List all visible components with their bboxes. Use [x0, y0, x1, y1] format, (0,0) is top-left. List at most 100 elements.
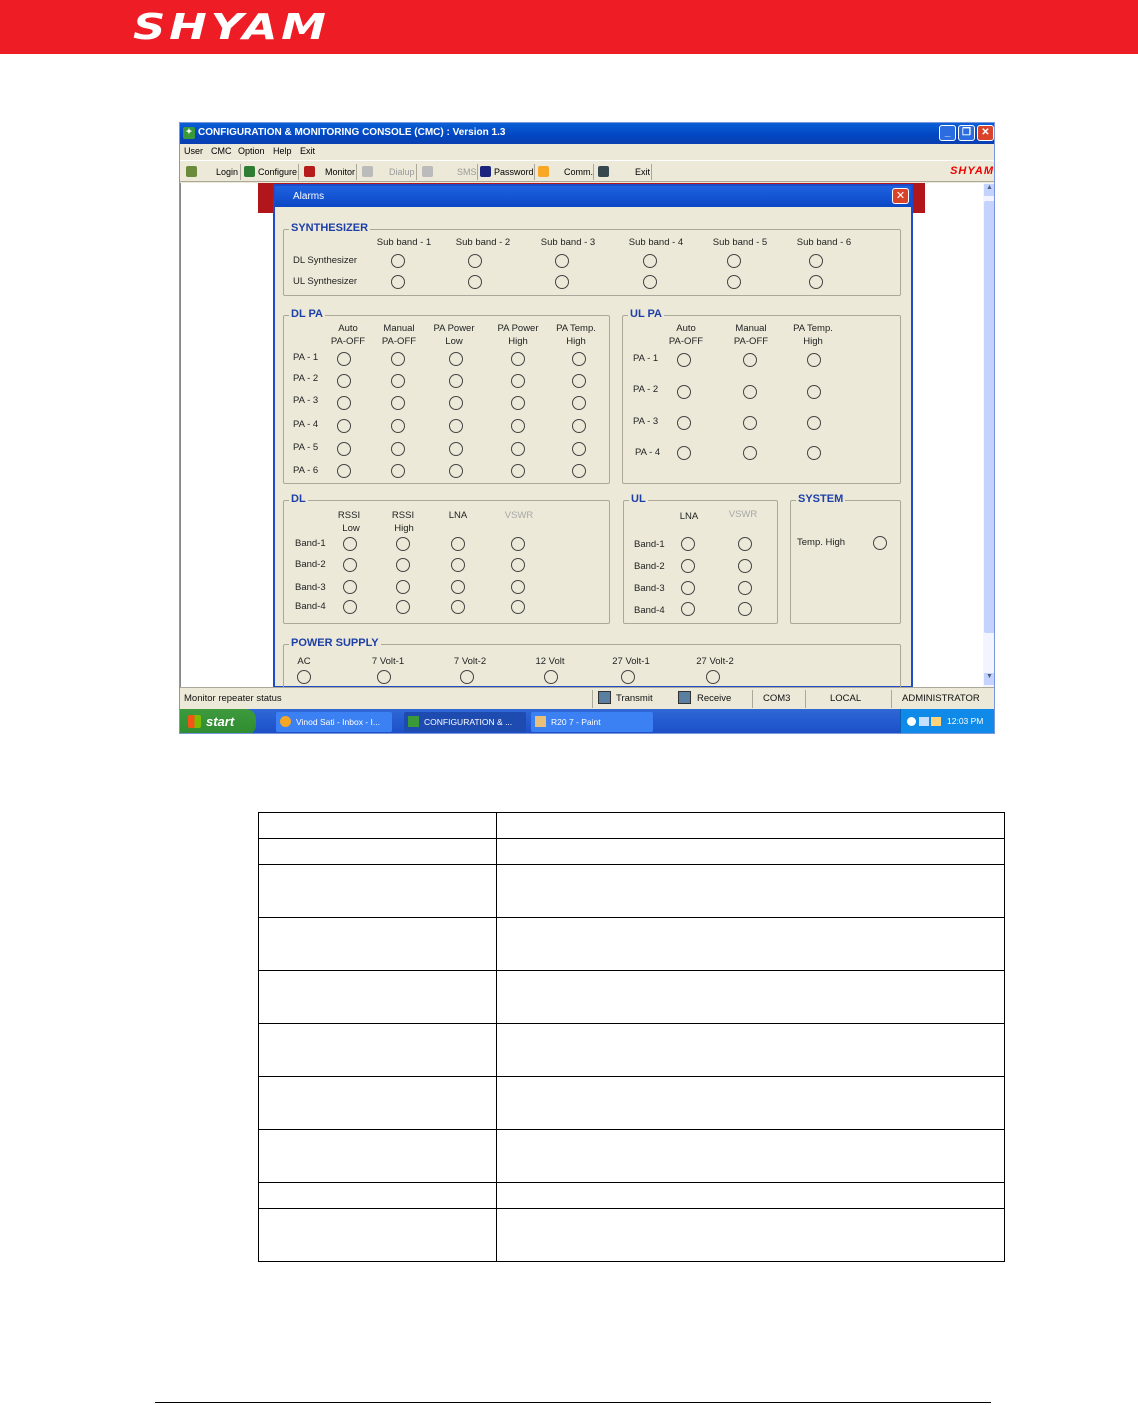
alarm-indicator	[681, 559, 695, 573]
dl-row-3: Band-3	[295, 582, 326, 593]
synth-row-dl: DL Synthesizer	[293, 255, 358, 266]
alarm-indicator	[809, 254, 823, 268]
dlpa-row-3: PA - 3	[293, 395, 319, 406]
scrollbar-thumb[interactable]	[984, 201, 994, 633]
dlpa-col-5b: High	[566, 336, 586, 347]
alarm-indicator	[391, 254, 405, 268]
toolbar-dialup-button[interactable]: Dialup	[389, 164, 415, 180]
alarm-indicator	[743, 385, 757, 399]
close-button[interactable]: ✕	[977, 125, 994, 141]
alarm-indicator	[621, 670, 635, 684]
table-cell	[496, 812, 1005, 839]
table-row	[258, 864, 1005, 918]
status-message: Monitor repeater status	[184, 693, 282, 704]
alarm-indicator	[681, 581, 695, 595]
dlpa-row-2: PA - 2	[293, 373, 319, 384]
taskbar-item-label: CONFIGURATION & ...	[424, 717, 513, 727]
alarm-indicator	[449, 419, 463, 433]
table-cell	[496, 838, 1005, 865]
taskbar-item-paint[interactable]: R20 7 - Paint	[531, 712, 653, 732]
alarm-indicator	[643, 254, 657, 268]
alarm-indicator	[449, 396, 463, 410]
toolbar: Login Configure Monitor Dialup SMS Passw…	[180, 160, 994, 182]
alarm-indicator	[743, 416, 757, 430]
alarm-indicator	[460, 670, 474, 684]
scroll-up-icon[interactable]: ▲	[984, 184, 994, 196]
status-port: COM3	[763, 693, 791, 704]
dl-col-1b: Low	[342, 523, 360, 534]
table-row	[258, 1208, 1005, 1262]
network-icon[interactable]	[919, 717, 929, 726]
start-button[interactable]: start	[180, 709, 256, 733]
restore-button[interactable]: ❐	[958, 125, 975, 141]
alarms-close-button[interactable]: ✕	[892, 188, 909, 204]
taskbar-item-inbox[interactable]: Vinod Sati - Inbox - I...	[276, 712, 392, 732]
alarm-indicator	[511, 442, 525, 456]
ul-row-1: Band-1	[634, 539, 665, 550]
ps-col-5: 27 Volt-1	[612, 656, 650, 667]
alarm-indicator	[743, 446, 757, 460]
alarm-indicator	[572, 352, 586, 366]
dl-row-4: Band-4	[295, 601, 326, 612]
ulpa-col-1a: Auto	[676, 323, 696, 334]
system-tray: 12:03 PM	[900, 709, 994, 733]
synth-col-5: Sub band - 5	[712, 237, 768, 248]
menu-option[interactable]: Option	[238, 146, 265, 156]
alarm-indicator	[572, 374, 586, 388]
tray-arrow-icon[interactable]	[907, 717, 916, 726]
menu-cmc[interactable]: CMC	[211, 146, 232, 156]
table-cell	[496, 1129, 1005, 1183]
table-cell	[258, 1129, 497, 1183]
menu-exit[interactable]: Exit	[300, 146, 315, 156]
ul-row-3: Band-3	[634, 583, 665, 594]
synthesizer-group: SYNTHESIZER Sub band - 1 Sub band - 2 Su…	[283, 222, 901, 296]
alarm-indicator	[396, 558, 410, 572]
toolbar-monitor-button[interactable]: Monitor	[325, 164, 355, 180]
toolbar-password-button[interactable]: Password	[494, 164, 534, 180]
ulpa-row-1: PA - 1	[633, 353, 659, 364]
dlpa-row-5: PA - 5	[293, 442, 319, 453]
taskbar-item-cmc[interactable]: CONFIGURATION & ...	[404, 712, 526, 732]
synth-col-1: Sub band - 1	[376, 237, 432, 248]
toolbar-login-button[interactable]: Login	[216, 164, 238, 180]
alarm-indicator	[807, 446, 821, 460]
alarm-indicator	[377, 670, 391, 684]
dl-pa-group: DL PA Auto PA-OFF Manual PA-OFF PA Power…	[283, 308, 610, 484]
dl-col-2a: RSSI	[391, 510, 415, 521]
alarm-indicator	[449, 352, 463, 366]
menu-bar: User CMC Option Help Exit	[180, 144, 994, 160]
toolbar-exit-button[interactable]: Exit	[635, 164, 650, 180]
vertical-scrollbar[interactable]: ▲ ▼	[983, 183, 994, 687]
minimize-button[interactable]: _	[939, 125, 956, 141]
alarm-indicator	[738, 602, 752, 616]
alarms-dialog-title: Alarms	[293, 191, 325, 202]
toolbar-configure-button[interactable]: Configure	[258, 164, 297, 180]
alarm-indicator	[511, 374, 525, 388]
table-row	[258, 1182, 1005, 1209]
alarm-indicator	[451, 537, 465, 551]
menu-user[interactable]: User	[184, 146, 203, 156]
dlpa-col-4b: High	[508, 336, 528, 347]
window-titlebar: ✦ CONFIGURATION & MONITORING CONSOLE (CM…	[180, 123, 994, 144]
synth-col-2: Sub band - 2	[455, 237, 511, 248]
ul-pa-title: UL PA	[628, 308, 664, 320]
toolbar-comm-button[interactable]: Comm.	[564, 164, 593, 180]
ulpa-row-2: PA - 2	[633, 384, 659, 395]
ulpa-col-2b: PA-OFF	[733, 336, 769, 347]
alarm-indicator	[337, 396, 351, 410]
alarm-indicator	[511, 580, 525, 594]
dlpa-row-4: PA - 4	[293, 419, 319, 430]
alarm-indicator	[681, 537, 695, 551]
ulpa-col-2a: Manual	[735, 323, 767, 334]
menu-help[interactable]: Help	[273, 146, 292, 156]
alarm-indicator	[511, 537, 525, 551]
ps-col-3: 7 Volt-2	[453, 656, 487, 667]
alarm-indicator	[391, 275, 405, 289]
outlook-icon	[280, 716, 291, 727]
alarm-indicator	[738, 537, 752, 551]
toolbar-sms-button[interactable]: SMS	[457, 164, 477, 180]
dlpa-col-2a: Manual	[383, 323, 415, 334]
table-row	[258, 1023, 1005, 1077]
scroll-down-icon[interactable]: ▼	[984, 673, 994, 685]
volume-icon[interactable]	[931, 717, 941, 726]
